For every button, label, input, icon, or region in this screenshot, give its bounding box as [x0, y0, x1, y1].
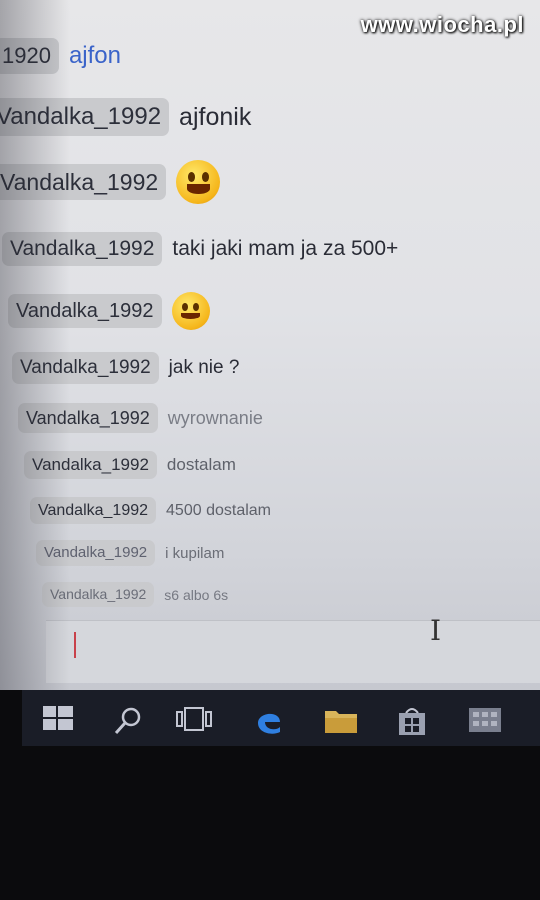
file-explorer-icon[interactable] [324, 706, 358, 734]
username-badge[interactable]: Vandalka_1992 [12, 352, 159, 384]
app-icon[interactable] [468, 706, 502, 734]
chat-message-row: Vandalka_1992 [8, 292, 210, 330]
text-cursor-icon: I [430, 614, 442, 647]
username-badge[interactable]: Vandalka_1992 [18, 403, 158, 433]
chat-message-row: Vandalka_1992 i kupilam [36, 540, 224, 566]
task-view-icon[interactable] [176, 706, 212, 732]
message-text: taki jaki mam ja za 500+ [172, 237, 399, 260]
chat-message-row: Vandalka_1992 s6 albo 6s [42, 582, 228, 607]
username-badge[interactable]: 1920 [0, 38, 59, 74]
chat-message-row: Vandalka_1992 dostalam [24, 451, 236, 479]
message-text: jak nie ? [168, 357, 240, 378]
chat-message-row: Vandalka_1992 taki jaki mam ja za 500+ [2, 232, 398, 266]
chat-message-row: Vandalka_1992 ajfonik [0, 98, 251, 136]
message-text: ajfonik [179, 102, 252, 131]
message-text: wyrownanie [167, 407, 263, 428]
windows-start-icon[interactable] [42, 706, 74, 732]
message-text: s6 albo 6s [164, 586, 229, 603]
username-badge[interactable]: Vandalka_1992 [36, 540, 156, 566]
watermark: www.wiocha.pl [360, 12, 524, 37]
chat-message-row: Vandalka_1992 [0, 160, 221, 204]
username-badge[interactable]: Vandalka_1992 [0, 98, 170, 136]
chat-message-row: Vandalka_1992 jak nie ? [12, 352, 239, 384]
grin-emoji-icon [176, 160, 221, 204]
smile-emoji-icon [171, 292, 210, 330]
message-text: dostalam [166, 455, 236, 474]
chat-message-row: Vandalka_1992 wyrownanie [18, 403, 263, 433]
username-badge[interactable]: Vandalka_1992 [2, 232, 163, 266]
chat-message-row: Vandalka_1992 4500 dostalam [30, 497, 271, 524]
message-text: i kupilam [165, 544, 225, 562]
username-badge[interactable]: Vandalka_1992 [42, 582, 155, 607]
search-icon[interactable] [112, 706, 144, 736]
text-caret [74, 632, 76, 658]
username-badge[interactable]: Vandalka_1992 [30, 497, 157, 524]
username-badge[interactable]: Vandalka_1992 [24, 451, 157, 479]
username-badge[interactable]: Vandalka_1992 [8, 294, 162, 328]
message-text: 4500 dostalam [166, 501, 271, 519]
message-input[interactable] [46, 620, 540, 683]
chat-message-row: 1920 ajfon [0, 38, 121, 74]
message-text: ajfon [68, 42, 121, 69]
store-icon[interactable] [396, 706, 428, 736]
edge-browser-icon[interactable] [254, 706, 284, 736]
chat-window: 1920 ajfon Vandalka_1992 ajfonik Vandalk… [0, 0, 540, 690]
username-badge[interactable]: Vandalka_1992 [0, 164, 167, 200]
